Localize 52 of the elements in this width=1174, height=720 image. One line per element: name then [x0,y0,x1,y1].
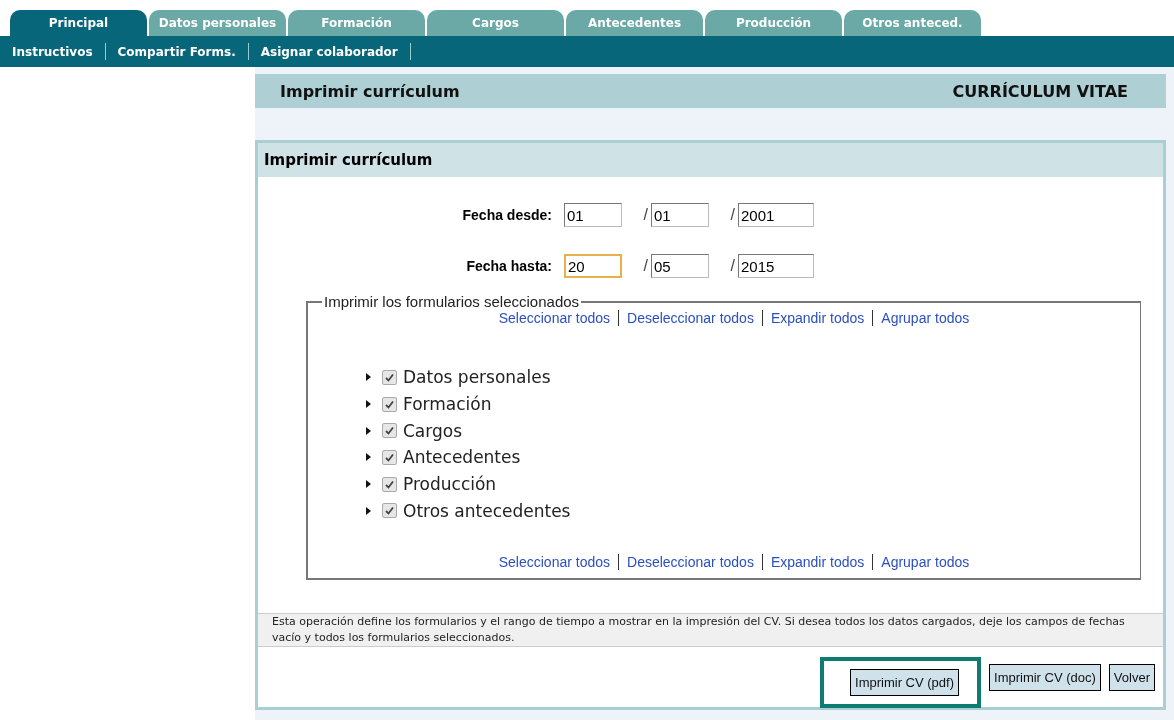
date-separator: / [642,206,649,224]
date-input[interactable]: 05 [651,254,709,278]
field-label: Fecha desde: [461,207,552,223]
link[interactable]: Deseleccionar todos [627,554,754,571]
check-icon [383,424,396,438]
form-label: Formación [403,394,492,415]
link[interactable]: Expandir todos [770,554,865,571]
link[interactable]: Expandir todos [770,310,865,326]
date-separator: / [729,206,736,224]
caret-right-icon[interactable] [364,479,372,490]
caret-right-icon[interactable] [364,372,372,383]
check-icon [383,504,396,518]
date-input[interactable]: 2015 [738,254,814,278]
date-input[interactable]: 2001 [738,203,814,227]
group-legend: Imprimir los formularios seleccionados [322,293,582,310]
print-button[interactable]: Imprimir CV (doc) [989,663,1101,691]
date-input[interactable]: 01 [651,203,709,227]
checkbox[interactable] [382,476,397,492]
nav-link[interactable]: Compartir Forms. [117,44,236,59]
caret-right-icon[interactable] [364,452,372,463]
print-button[interactable]: Imprimir CV (pdf) [850,668,959,696]
page-title: Imprimir currículum [280,81,460,101]
tab[interactable]: Principal [10,10,147,36]
panel-title: Imprimir currículum [264,151,433,169]
form-label: Datos personales [403,367,551,388]
link[interactable]: Agrupar todos [881,554,970,571]
link[interactable]: Deseleccionar todos [627,310,754,326]
checkbox[interactable] [382,369,397,385]
form-label: Otros antecedentes [403,500,571,521]
link[interactable]: Seleccionar todos [498,554,611,571]
link[interactable]: Agrupar todos [881,310,970,326]
date-separator: / [729,257,736,275]
form-label: Producción [403,474,497,495]
date-input[interactable]: 01 [564,203,622,227]
field-label: Fecha hasta: [465,258,552,274]
info-note: Esta operación define los formularios y el rango de tiempo a mostrar en la impresión del CV. Si desea todos los datos cargados, deje los campos de fechas vacío y todos los formularios seleccionados. [258,613,1163,647]
checkbox[interactable] [382,503,397,519]
section-title: CURRÍCULUM VITAE [952,81,1128,101]
checkbox[interactable] [382,396,397,412]
nav-link[interactable]: Asignar colaborador [260,44,398,59]
checkbox[interactable] [382,449,397,465]
checkbox[interactable] [382,423,397,439]
date-input[interactable]: 20 [564,254,622,278]
print-button[interactable]: Volver [1108,663,1155,691]
nav-link[interactable]: Instructivos [12,44,93,59]
caret-right-icon[interactable] [364,425,372,436]
caret-right-icon[interactable] [364,505,372,516]
caret-right-icon[interactable] [364,399,372,410]
form-label: Cargos [403,420,463,441]
form-label: Antecedentes [403,447,521,468]
date-separator: / [642,257,649,275]
link[interactable]: Seleccionar todos [498,310,611,326]
